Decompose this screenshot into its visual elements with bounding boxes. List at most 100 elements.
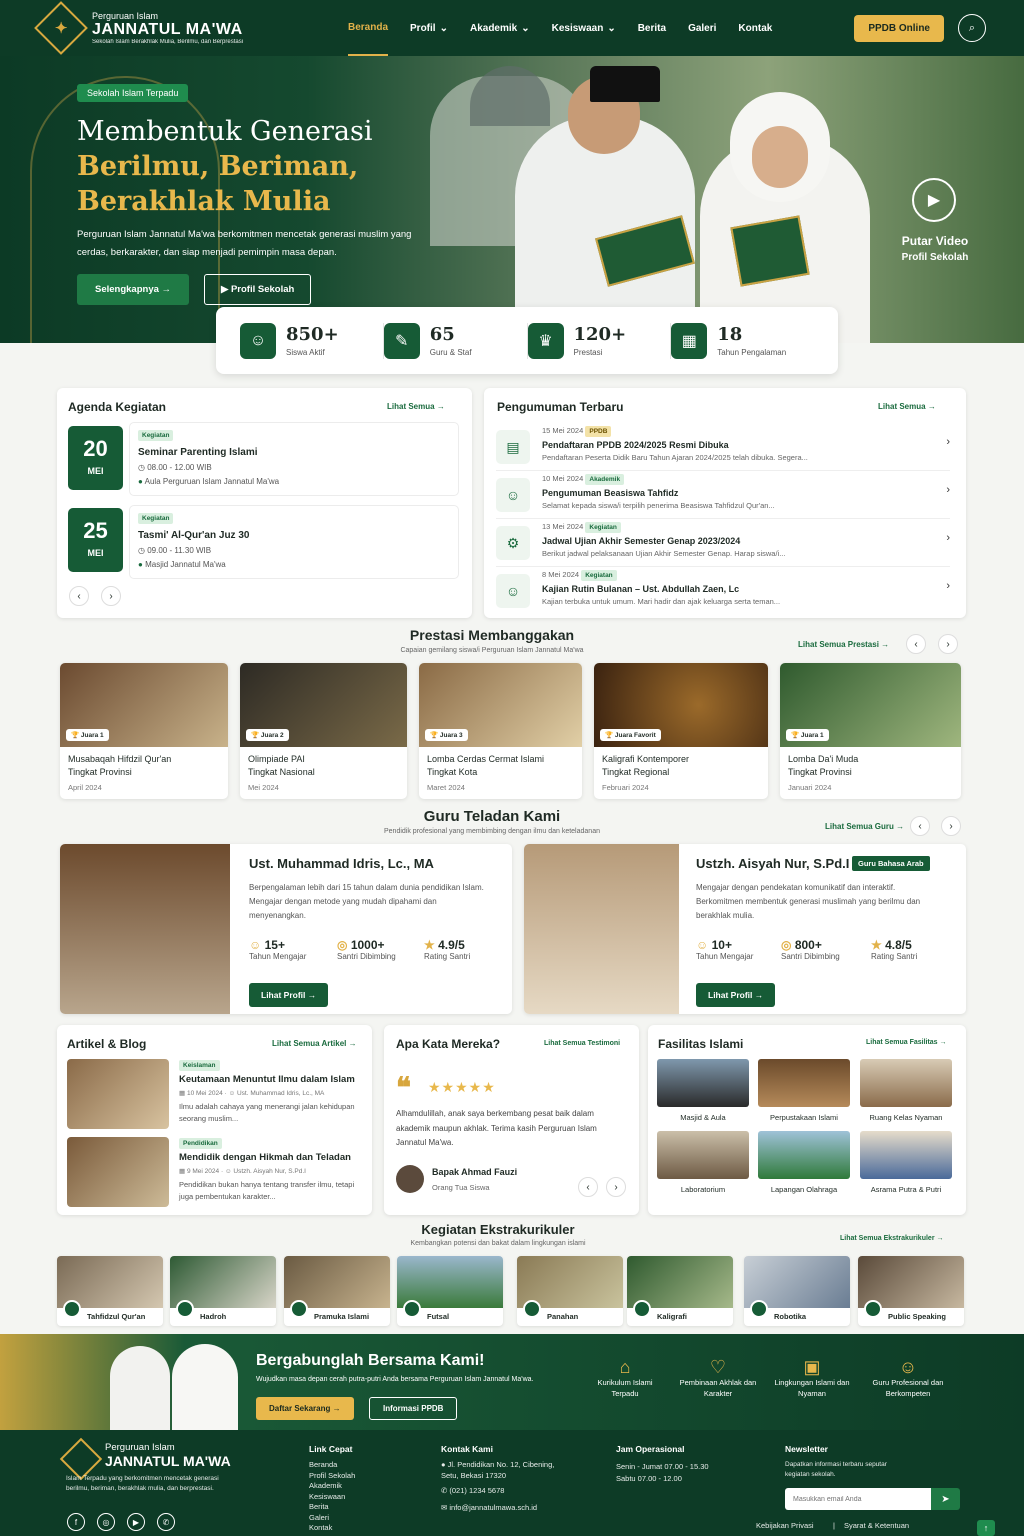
ekskul-item[interactable]: Kaligrafi <box>627 1256 733 1326</box>
footer-link[interactable]: Galeri <box>309 1513 355 1524</box>
article-thumbnail <box>67 1059 169 1129</box>
next-arrow-icon[interactable]: › <box>606 1177 626 1197</box>
event-item[interactable]: Kegiatan Seminar Parenting Islami ◷ 08.0… <box>129 422 459 496</box>
prestasi-card[interactable]: 🏆 Juara 1 Musabaqah Hifdzil Qur'an Tingkat… <box>60 663 228 799</box>
testimoni-see-all-link[interactable]: Lihat Semua Testimoni <box>544 1040 620 1047</box>
nav-profil[interactable]: Profil ⌄ <box>410 0 448 56</box>
nav-galeri[interactable]: Galeri <box>688 0 716 56</box>
guru-see-all-link[interactable]: Lihat Semua Guru → <box>825 822 904 831</box>
ekskul-item[interactable]: Tahfidzul Qur'an <box>57 1256 163 1326</box>
footer-link[interactable]: Kesiswaan <box>309 1492 355 1503</box>
prev-arrow-icon[interactable]: ‹ <box>910 816 930 836</box>
ekskul-item[interactable]: Hadroh <box>170 1256 276 1326</box>
back-to-top-icon[interactable]: ↑ <box>977 1520 995 1536</box>
artikel-see-all-link[interactable]: Lihat Semua Artikel → <box>272 1039 357 1048</box>
arrow-right-icon: → <box>436 402 445 411</box>
users-icon: ☺ <box>696 938 709 952</box>
medal-icon: ◎ <box>337 938 348 952</box>
video-label[interactable]: Putar Video Profil Sekolah <box>880 234 990 263</box>
quran-book <box>730 215 810 287</box>
prev-arrow-icon[interactable]: ‹ <box>69 586 89 606</box>
location-icon: ● <box>138 477 143 486</box>
ekskul-see-all-link[interactable]: Lihat Semua Ekstrakurikuler → <box>840 1235 944 1242</box>
footer-separator: | <box>833 1521 835 1530</box>
instagram-icon[interactable]: ◎ <box>97 1513 115 1531</box>
event-item[interactable]: Kegiatan Tasmi' Al-Qur'an Juz 30 ◷ 09.00… <box>129 505 459 579</box>
teacher-card: Ustzh. Aisyah Nur, S.Pd.I Guru Bahasa Ar… <box>524 844 966 1014</box>
lihat-profil-button[interactable]: Lihat Profil → <box>249 983 329 1007</box>
ekskul-item[interactable]: Panahan <box>517 1256 623 1326</box>
article-item[interactable]: Pendidikan Mendidik dengan Hikmah dan Tel… <box>67 1137 359 1207</box>
search-icon[interactable]: ⌕ <box>958 14 986 42</box>
next-arrow-icon[interactable]: › <box>941 816 961 836</box>
stat-prestasi: ♛ 120+ Prestasi <box>527 322 672 359</box>
facility-item[interactable]: Laboratorium <box>657 1131 749 1194</box>
footer-link[interactable]: Profil Sekolah <box>309 1471 355 1482</box>
footer-link[interactable]: Berita <box>309 1502 355 1513</box>
announcement-item[interactable]: ☺ 10 Mei 2024 Akademik Pengumuman Beasiswa… <box>496 472 950 519</box>
nav-beranda[interactable]: Beranda <box>348 0 389 56</box>
whatsapp-icon[interactable]: ✆ <box>157 1513 175 1531</box>
mosque-icon: ⌂ <box>619 1357 631 1377</box>
ekskul-item[interactable]: Futsal <box>397 1256 503 1326</box>
prestasi-card[interactable]: 🏆 Juara Favorit Kaligrafi Kontemporer Ting… <box>594 663 768 799</box>
next-arrow-icon[interactable]: › <box>938 634 958 654</box>
nav-kontak[interactable]: Kontak <box>738 0 772 56</box>
selengkapnya-button[interactable]: Selengkapnya → <box>77 274 190 305</box>
send-icon[interactable]: ➤ <box>931 1488 960 1510</box>
terms-link[interactable]: Syarat & Ketentuan <box>844 1521 909 1532</box>
footer-link[interactable]: Kontak <box>309 1523 355 1534</box>
ekskul-item[interactable]: Robotika <box>744 1256 850 1326</box>
event-date: 25 MEI <box>68 508 123 572</box>
informasi-ppdb-button[interactable]: Informasi PPDB <box>369 1397 458 1420</box>
profil-sekolah-button[interactable]: ▶ Profil Sekolah <box>204 274 312 305</box>
prestasi-card[interactable]: 🏆 Juara 2 Olimpiade PAI Tingkat Nasional Me… <box>240 663 407 799</box>
newsletter-email-input[interactable] <box>785 1488 931 1510</box>
prestasi-card[interactable]: 🏆 Juara 1 Lomba Da'i Muda Tingkat Provinsi… <box>780 663 961 799</box>
facebook-icon[interactable]: f <box>67 1513 85 1531</box>
lihat-profil-button[interactable]: Lihat Profil → <box>696 983 776 1007</box>
facility-item[interactable]: Asrama Putra & Putri <box>860 1131 952 1194</box>
prestasi-card[interactable]: 🏆 Juara 3 Lomba Cerdas Cermat Islami Tingk… <box>419 663 582 799</box>
arrow-right-icon: → <box>881 640 890 649</box>
student-boy <box>110 1346 170 1430</box>
announcement-item[interactable]: ▤ 15 Mei 2024 PPDB Pendaftaran PPDB 2024/2… <box>496 424 950 471</box>
daftar-sekarang-button[interactable]: Daftar Sekarang → <box>256 1397 354 1420</box>
brand[interactable]: Perguruan Islam JANNATUL MA'WA Sekolah I… <box>92 11 292 45</box>
footer-email[interactable]: ✉ info@jannatulmawa.sch.id <box>441 1503 537 1514</box>
announcement-item[interactable]: ☺ 8 Mei 2024 Kegiatan Kajian Rutin Bulanan… <box>496 568 950 615</box>
announcement-see-all-link[interactable]: Lihat Semua → <box>878 402 936 411</box>
ekskul-item[interactable]: Public Speaking <box>858 1256 964 1326</box>
prev-arrow-icon[interactable]: ‹ <box>578 1177 598 1197</box>
fasilitas-see-all-link[interactable]: Lihat Semua Fasilitas → <box>866 1039 947 1046</box>
privacy-link[interactable]: Kebijakan Privasi <box>756 1521 814 1532</box>
prestasi-see-all-link[interactable]: Lihat Semua Prestasi → <box>798 640 889 649</box>
play-video-icon[interactable]: ▶ <box>912 178 956 222</box>
facility-item[interactable]: Ruang Kelas Nyaman <box>860 1059 952 1122</box>
facility-item[interactable]: Lapangan Olahraga <box>758 1131 850 1194</box>
nav-akademik[interactable]: Akademik ⌄ <box>470 0 530 56</box>
nav-kesiswaan[interactable]: Kesiswaan ⌄ <box>552 0 616 56</box>
article-item[interactable]: Keislaman Keutamaan Menuntut Ilmu dalam I… <box>67 1059 359 1129</box>
facility-item[interactable]: Masjid & Aula <box>657 1059 749 1122</box>
school-logo-icon[interactable]: ✦ <box>34 1 88 55</box>
footer-link[interactable]: Beranda <box>309 1460 355 1471</box>
facility-photo <box>860 1131 952 1179</box>
youtube-icon[interactable]: ▶ <box>127 1513 145 1531</box>
facility-item[interactable]: Perpustakaan Islami <box>758 1059 850 1122</box>
agenda-see-all-link[interactable]: Lihat Semua → <box>387 402 445 411</box>
ekskul-icon <box>176 1300 194 1318</box>
footer-link[interactable]: Akademik <box>309 1481 355 1492</box>
next-arrow-icon[interactable]: › <box>101 586 121 606</box>
ekskul-item[interactable]: Pramuka Islami <box>284 1256 390 1326</box>
facility-photo <box>657 1059 749 1107</box>
facility-photo <box>657 1131 749 1179</box>
facility-photo <box>758 1059 850 1107</box>
ppdb-online-button[interactable]: PPDB Online <box>854 14 944 42</box>
nav-berita[interactable]: Berita <box>638 0 666 56</box>
announcement-item[interactable]: ⚙ 13 Mei 2024 Kegiatan Jadwal Ujian Akhir … <box>496 520 950 567</box>
prev-arrow-icon[interactable]: ‹ <box>906 634 926 654</box>
facility-photo <box>860 1059 952 1107</box>
teacher-description: Mengajar dengan pendekatan komunikatif d… <box>696 883 921 920</box>
prestasi-photo: 🏆 Juara Favorit <box>594 663 768 747</box>
